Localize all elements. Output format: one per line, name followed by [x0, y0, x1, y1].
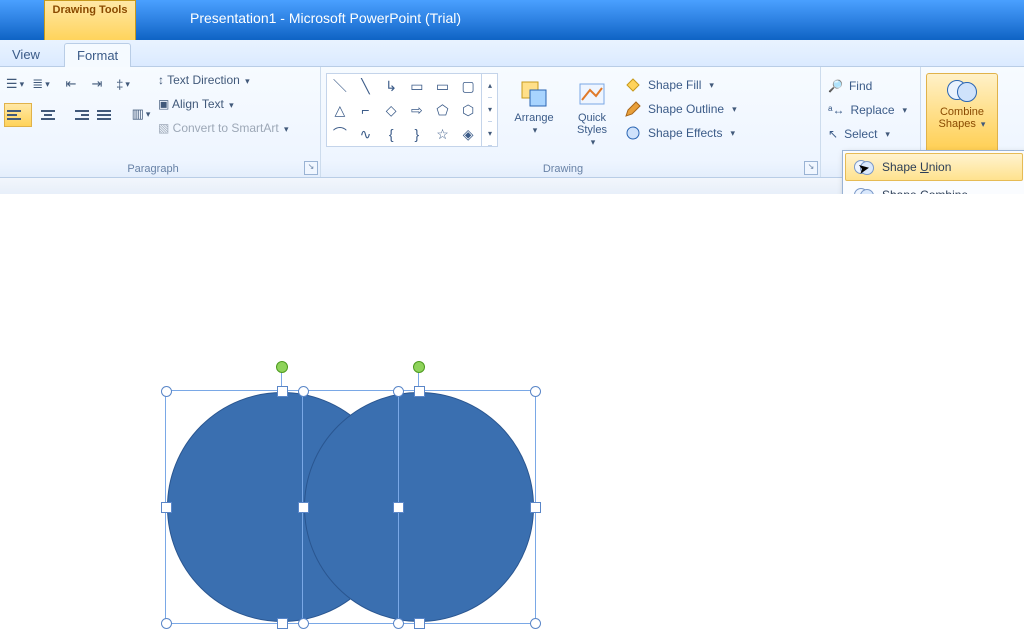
resize-handle[interactable] — [393, 386, 404, 397]
quick-styles-button[interactable]: Quick Styles▾ — [564, 73, 620, 153]
shape-outline-button[interactable]: Shape Outline▾ — [624, 97, 814, 121]
find-button[interactable]: 🔎Find — [828, 75, 872, 97]
shape-arc-icon[interactable]: ⌒ — [327, 122, 353, 146]
effects-icon — [624, 124, 642, 142]
menu-label: Shape Union — [882, 160, 951, 174]
resize-handle[interactable] — [530, 618, 541, 629]
gallery-scroll-up[interactable]: ▴ — [488, 74, 492, 98]
shape-brace-l-icon[interactable]: { — [378, 122, 404, 146]
shape-rect-icon[interactable]: ▭ — [404, 74, 430, 98]
resize-handle[interactable] — [161, 386, 172, 397]
gallery-more[interactable]: ▾ — [488, 122, 492, 146]
text-direction-button[interactable]: ↕ Text Direction ▾ — [158, 73, 250, 87]
resize-handle[interactable] — [161, 618, 172, 629]
shape-line2-icon[interactable]: ╲ — [353, 74, 379, 98]
union-icon — [854, 160, 872, 174]
resize-handle[interactable] — [277, 618, 288, 629]
resize-handle[interactable] — [298, 502, 309, 513]
shape-pentagon-icon[interactable]: ⬠ — [430, 98, 456, 122]
align-text-button[interactable]: ▣ Align Text ▾ — [158, 97, 234, 111]
shape-arrow-icon[interactable]: ⇨ — [404, 98, 430, 122]
rotation-handle-2[interactable] — [413, 361, 425, 373]
shape-fill-button[interactable]: Shape Fill▾ — [624, 73, 814, 97]
group-label-paragraph: Paragraph — [0, 163, 306, 175]
convert-to-smartart-button[interactable]: ▧ Convert to SmartArt ▾ — [158, 121, 289, 135]
tab-view[interactable]: View — [0, 43, 52, 66]
binoculars-icon: 🔎 — [828, 79, 843, 93]
contextual-tab-drawing-tools: Drawing Tools — [44, 0, 136, 41]
quick-styles-icon — [576, 78, 608, 110]
shape-connector-icon[interactable]: ↳ — [378, 74, 404, 98]
resize-handle[interactable] — [161, 502, 172, 513]
resize-handle[interactable] — [530, 502, 541, 513]
menu-shape-union[interactable]: Shape Union — [845, 153, 1023, 181]
shape-rounded-icon[interactable]: ▢ — [455, 74, 481, 98]
arrange-button[interactable]: Arrange▾ — [506, 73, 562, 153]
increase-indent-button[interactable]: ⇥ — [86, 73, 108, 95]
shape-elbow-icon[interactable]: ⌐ — [353, 98, 379, 122]
rotation-handle-1[interactable] — [276, 361, 288, 373]
align-center-button[interactable] — [34, 103, 62, 127]
decrease-indent-button[interactable]: ⇤ — [60, 73, 82, 95]
resize-handle[interactable] — [530, 386, 541, 397]
selection-box-2 — [302, 390, 536, 624]
replace-icon: ᵃ↔ — [828, 103, 844, 117]
align-left-button[interactable] — [4, 103, 32, 127]
align-right-button[interactable] — [64, 103, 92, 127]
contextual-tab-label: Drawing Tools — [45, 4, 135, 16]
shape-effects-button[interactable]: Shape Effects▾ — [624, 121, 814, 145]
line-spacing-button[interactable]: ‡▾ — [112, 73, 134, 95]
tab-format[interactable]: Format — [64, 43, 131, 68]
bucket-icon — [624, 76, 642, 94]
shape-star-icon[interactable]: ☆ — [430, 122, 456, 146]
shape-triangle-icon[interactable]: △ — [327, 98, 353, 122]
shape-diamond-icon[interactable]: ◇ — [378, 98, 404, 122]
group-label-drawing: Drawing — [320, 163, 806, 175]
shape-callout-icon[interactable]: ◈ — [455, 122, 481, 146]
shape-line-icon[interactable]: ＼ — [327, 74, 353, 98]
align-justify-button[interactable] — [94, 103, 122, 127]
title-bar: Drawing Tools Presentation1 - Microsoft … — [0, 0, 1024, 40]
select-button[interactable]: ↖Select▾ — [828, 123, 890, 145]
resize-handle[interactable] — [393, 502, 404, 513]
bullets-button[interactable]: ☰▾ — [4, 73, 26, 95]
shape-brace-r-icon[interactable]: } — [404, 122, 430, 146]
numbering-button[interactable]: ≣▾ — [30, 73, 52, 95]
shape-hexagon-icon[interactable]: ⬡ — [455, 98, 481, 122]
combine-shapes-icon — [947, 80, 977, 102]
paragraph-dialog-launcher[interactable]: ↘ — [304, 161, 318, 175]
shape-rect2-icon[interactable]: ▭ — [430, 74, 456, 98]
group-paragraph: ☰▾ ≣▾ ⇤ ⇥ ‡▾ ▥▾ ↕ Text Direction ▾ ▣ Ali… — [0, 67, 321, 177]
resize-handle[interactable] — [298, 386, 309, 397]
resize-handle[interactable] — [414, 386, 425, 397]
shapes-gallery[interactable]: ＼ ╲ ↳ ▭ ▭ ▢ △ ⌐ ◇ ⇨ ⬠ ⬡ ⌒ ∿ { } ☆ ◈ ▴ ▾ … — [326, 73, 498, 147]
group-drawing: ＼ ╲ ↳ ▭ ▭ ▢ △ ⌐ ◇ ⇨ ⬠ ⬡ ⌒ ∿ { } ☆ ◈ ▴ ▾ … — [320, 67, 821, 177]
resize-handle[interactable] — [414, 618, 425, 629]
resize-handle[interactable] — [298, 618, 309, 629]
shape-curve-icon[interactable]: ∿ — [353, 122, 379, 146]
columns-button[interactable]: ▥▾ — [130, 103, 152, 125]
combine-shapes-button[interactable]: CombineShapes ▾ — [926, 73, 998, 153]
window-title: Presentation1 - Microsoft PowerPoint (Tr… — [190, 10, 461, 26]
arrange-icon — [518, 78, 550, 110]
replace-button[interactable]: ᵃ↔Replace▾ — [828, 99, 907, 121]
drawing-dialog-launcher[interactable]: ↘ — [804, 161, 818, 175]
gallery-scroll-down[interactable]: ▾ — [488, 98, 492, 122]
pencil-icon — [624, 100, 642, 118]
ribbon-tabs: View Format — [0, 40, 1024, 67]
resize-handle[interactable] — [277, 386, 288, 397]
resize-handle[interactable] — [393, 618, 404, 629]
cursor-icon: ↖ — [828, 127, 838, 141]
